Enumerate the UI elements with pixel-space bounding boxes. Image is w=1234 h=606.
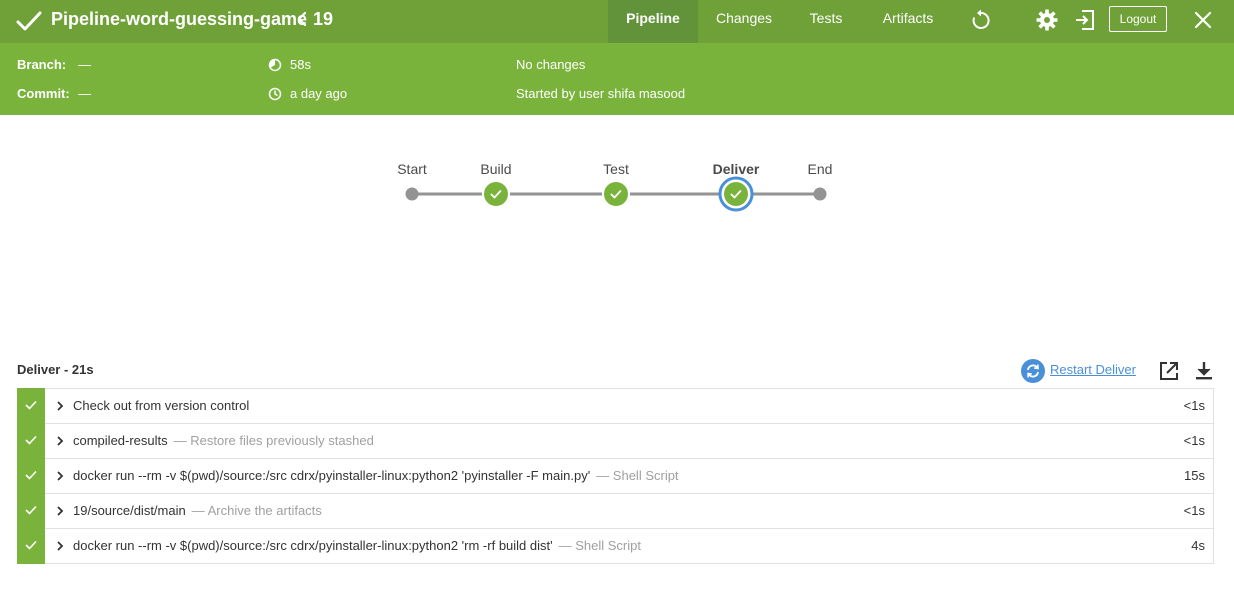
- step-duration: <1s: [1183, 503, 1205, 518]
- step-success-indicator: [17, 458, 45, 494]
- stage-label-test: Test: [603, 161, 629, 177]
- changes-summary: No changes: [516, 57, 586, 72]
- replay-icon[interactable]: [969, 8, 993, 32]
- chevron-right-icon[interactable]: [56, 471, 64, 481]
- stage-label-start: Start: [397, 161, 427, 177]
- step-name: 19/source/dist/main: [73, 503, 186, 518]
- check-icon: [16, 11, 42, 31]
- chevron-right-icon[interactable]: [56, 401, 64, 411]
- pipeline-title[interactable]: Pipeline-word-guessing-game: [51, 8, 307, 30]
- top-bar: Pipeline-word-guessing-game 19 Pipeline …: [0, 0, 1234, 43]
- step-name: compiled-results: [73, 433, 168, 448]
- step-success-indicator: [17, 493, 45, 529]
- stage-node-deliver[interactable]: [718, 176, 754, 212]
- stage-node-build[interactable]: [482, 180, 510, 208]
- restart-stage-link[interactable]: Restart Deliver: [1050, 362, 1136, 377]
- duration-icon: [268, 58, 282, 72]
- step-row[interactable]: docker run --rm -v $(pwd)/source:/src cd…: [17, 458, 1214, 494]
- step-success-indicator: [17, 528, 45, 564]
- step-name: Check out from version control: [73, 398, 250, 413]
- step-success-indicator: [17, 423, 45, 459]
- step-duration: 4s: [1191, 538, 1205, 553]
- pipeline-graph-canvas: [405, 176, 827, 212]
- open-in-new-icon[interactable]: [1158, 360, 1180, 382]
- logout-button[interactable]: Logout: [1109, 6, 1167, 32]
- stage-node-start: [405, 187, 419, 201]
- chevron-left-icon[interactable]: [296, 11, 308, 27]
- run-time-ago: a day ago: [290, 86, 348, 101]
- chevron-right-icon[interactable]: [56, 541, 64, 551]
- steps-list: Check out from version control <1s compi…: [17, 388, 1214, 564]
- restart-icon[interactable]: [1021, 359, 1045, 383]
- gear-icon[interactable]: [1035, 8, 1059, 32]
- branch-label: Branch:: [17, 57, 67, 72]
- tab-artifacts[interactable]: Artifacts: [874, 0, 942, 43]
- chevron-right-icon[interactable]: [56, 506, 64, 516]
- close-icon[interactable]: [1191, 8, 1215, 32]
- stage-label-build: Build: [480, 161, 512, 177]
- tab-changes[interactable]: Changes: [703, 0, 785, 43]
- stage-label-end: End: [807, 161, 833, 177]
- tab-pipeline[interactable]: Pipeline: [608, 0, 698, 43]
- run-number: 19: [313, 9, 334, 29]
- step-description: — Restore files previously stashed: [173, 433, 374, 448]
- step-description: — Shell Script: [558, 538, 641, 553]
- step-row[interactable]: docker run --rm -v $(pwd)/source:/src cd…: [17, 528, 1214, 564]
- commit-value: —: [78, 86, 91, 101]
- step-description: — Archive the artifacts: [191, 503, 322, 518]
- started-by: Started by user shifa masood: [516, 86, 686, 101]
- step-row[interactable]: Check out from version control <1s: [17, 388, 1214, 424]
- step-duration: 15s: [1184, 468, 1205, 483]
- pipeline-graph: Start Build Test Deliver End: [0, 115, 1234, 355]
- tab-tests[interactable]: Tests: [796, 0, 856, 43]
- clock-icon: [268, 87, 282, 101]
- stage-node-test[interactable]: [602, 180, 630, 208]
- run-duration: 58s: [290, 57, 311, 72]
- step-duration: <1s: [1183, 433, 1205, 448]
- stage-steps-header: Deliver - 21s: [17, 362, 94, 377]
- chevron-right-icon[interactable]: [56, 436, 64, 446]
- stage-node-end: [813, 187, 827, 201]
- step-success-indicator: [17, 388, 45, 424]
- download-icon[interactable]: [1193, 360, 1215, 382]
- step-row[interactable]: 19/source/dist/main — Archive the artifac…: [17, 493, 1214, 529]
- exit-icon[interactable]: [1073, 8, 1097, 32]
- step-name: docker run --rm -v $(pwd)/source:/src cd…: [73, 468, 591, 483]
- stage-label-deliver: Deliver: [712, 161, 760, 177]
- step-description: — Shell Script: [596, 468, 679, 483]
- commit-label: Commit:: [17, 86, 70, 101]
- step-duration: <1s: [1183, 398, 1205, 413]
- run-info-strip: Branch: — Commit: — 58s a day ago No cha…: [0, 43, 1234, 115]
- step-name: docker run --rm -v $(pwd)/source:/src cd…: [73, 538, 553, 553]
- step-row[interactable]: compiled-results — Restore files previous…: [17, 423, 1214, 459]
- branch-value: —: [78, 57, 91, 72]
